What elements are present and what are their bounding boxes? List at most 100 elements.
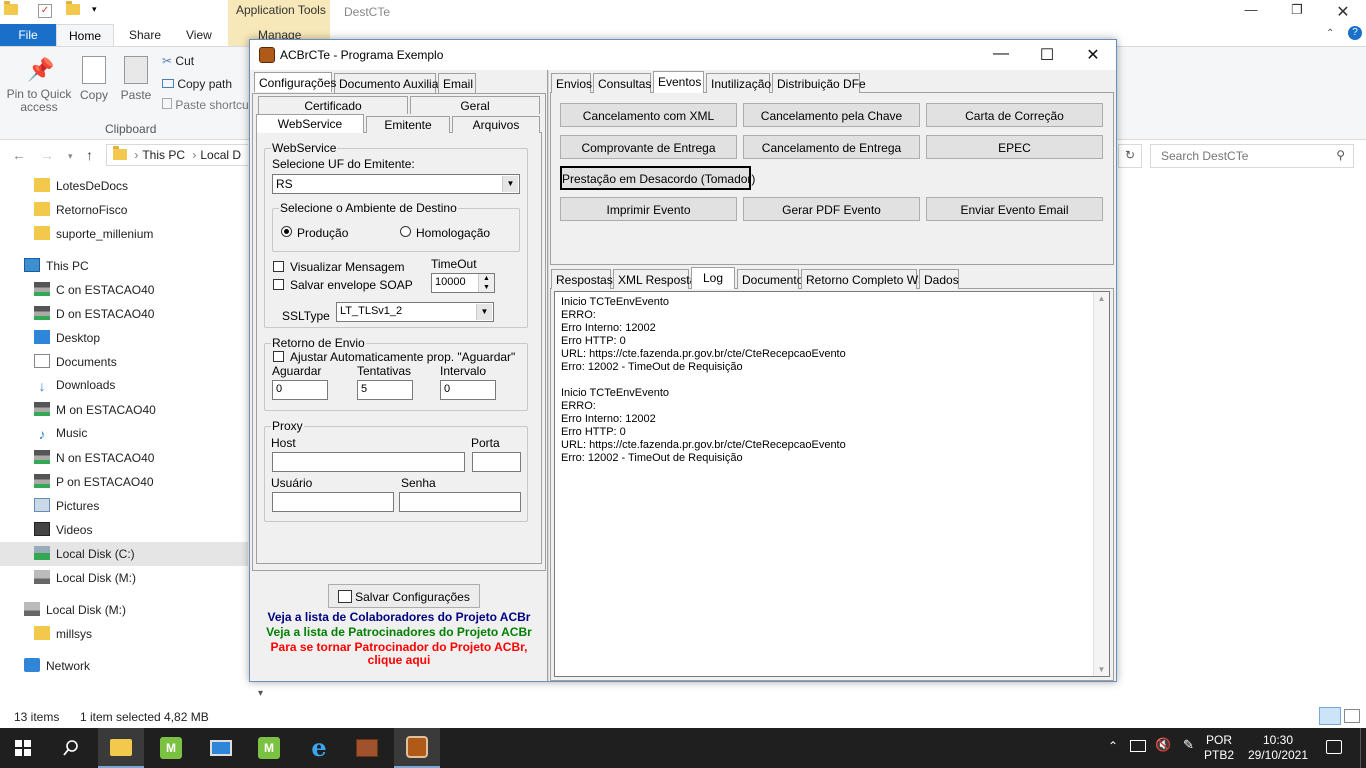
tab-file[interactable]: File (0, 24, 56, 46)
usuario-input[interactable] (272, 492, 394, 512)
collapse-ribbon-icon[interactable]: ⌃ (1326, 28, 1334, 39)
tab-dados[interactable]: Dados (919, 269, 959, 289)
pen-icon[interactable]: ✎ (1183, 737, 1194, 753)
nav-item-suporte[interactable]: suporte_millenium (0, 222, 248, 246)
customize-qat-icon[interactable]: ▾ (92, 4, 97, 18)
copy-button[interactable]: Copy (76, 56, 112, 102)
comprovante-entrega-button[interactable]: Comprovante de Entrega (560, 135, 737, 159)
nav-item-music[interactable]: ♪ Music (0, 422, 248, 446)
tab-arquivos[interactable]: Arquivos (452, 116, 540, 133)
nav-item-local-disk-c[interactable]: Local Disk (C:) (0, 542, 248, 566)
colaboradores-link[interactable]: Veja a lista de Colaboradores do Projeto… (254, 610, 544, 624)
splitter[interactable] (547, 70, 549, 681)
maximize-button[interactable]: ❐ (1274, 2, 1320, 22)
nav-item-local-disk-m[interactable]: Local Disk (M:) (0, 566, 248, 590)
properties-icon[interactable]: ✓ (38, 4, 52, 18)
paste-shortcut-button[interactable]: Paste shortcut (162, 98, 252, 112)
tab-eventos[interactable]: Eventos (653, 71, 704, 93)
scroll-up-icon[interactable]: ▲ (1094, 294, 1109, 303)
copy-path-button[interactable]: Copy path (162, 77, 232, 91)
taskbar-explorer[interactable] (98, 728, 144, 768)
cancelamento-xml-button[interactable]: Cancelamento com XML (560, 103, 737, 127)
epec-button[interactable]: EPEC (926, 135, 1103, 159)
intervalo-input[interactable]: 0 (440, 380, 496, 400)
taskbar-acbr[interactable] (394, 728, 440, 768)
nav-item-local-disk-m-root[interactable]: Local Disk (M:) (0, 598, 248, 622)
pin-quick-access-button[interactable]: 📌 Pin to Quick access (4, 56, 74, 114)
large-icons-view-icon[interactable] (1344, 709, 1360, 723)
new-folder-icon[interactable] (66, 1, 80, 15)
salvar-envelope-checkbox[interactable] (273, 279, 284, 290)
tab-geral[interactable]: Geral (410, 96, 540, 114)
visualizar-checkbox[interactable] (273, 261, 284, 272)
uf-select[interactable]: RS ▼ (272, 174, 520, 194)
gerar-pdf-evento-button[interactable]: Gerar PDF Evento (743, 197, 920, 221)
tab-view[interactable]: View (186, 28, 212, 42)
producao-radio[interactable] (281, 226, 292, 237)
taskbar-ie[interactable]: e (296, 728, 342, 768)
nav-item-p-drive[interactable]: P on ESTACAO40 (0, 470, 248, 494)
nav-item-videos[interactable]: Videos (0, 518, 248, 542)
help-icon[interactable]: ? (1348, 26, 1362, 40)
taskbar-search-button[interactable] (48, 728, 94, 768)
tab-email[interactable]: Email (438, 73, 476, 93)
scroll-down-icon[interactable]: ▾ (258, 688, 263, 699)
notifications-icon[interactable] (1326, 740, 1342, 754)
tab-retorno-completo-ws[interactable]: Retorno Completo WS (801, 269, 926, 289)
tab-share[interactable]: Share (129, 28, 161, 42)
porta-input[interactable] (472, 452, 521, 472)
close-button[interactable]: ✕ (1320, 2, 1366, 22)
search-input[interactable]: Search DestCTe ⚲ (1150, 144, 1354, 168)
nav-item-lotesdedocs[interactable]: LotesDeDocs (0, 174, 248, 198)
tab-inutilizacao[interactable]: Inutilização (706, 73, 771, 93)
ssltype-select[interactable]: LT_TLSv1_2 ▼ (336, 302, 494, 322)
show-hidden-icons-icon[interactable]: ⌃ (1108, 739, 1118, 753)
nav-item-c-drive[interactable]: C on ESTACAO40 (0, 278, 248, 302)
network-status-icon[interactable] (1130, 740, 1146, 752)
nav-item-network[interactable]: Network (0, 654, 248, 678)
show-desktop-button[interactable] (1360, 728, 1366, 768)
start-button[interactable] (0, 728, 46, 768)
tab-configuracoes[interactable]: Configurações (254, 72, 336, 92)
nav-item-downloads[interactable]: ↓ Downloads (0, 374, 248, 398)
timeout-spinner[interactable]: ▲ ▼ (478, 274, 494, 292)
salvar-configuracoes-button[interactable]: Salvar Configurações (328, 584, 480, 608)
cancelamento-entrega-button[interactable]: Cancelamento de Entrega (743, 135, 920, 159)
tab-home[interactable]: Home (56, 24, 114, 47)
prestacao-desacordo-button[interactable]: Prestação em Desacordo (Tomador) (560, 166, 755, 190)
refresh-icon[interactable]: ↻ (1118, 144, 1142, 168)
cancelamento-chave-button[interactable]: Cancelamento pela Chave (743, 103, 920, 127)
ajustar-checkbox[interactable] (273, 351, 284, 362)
nav-item-desktop[interactable]: Desktop (0, 326, 248, 350)
tornar-patrocinador-link[interactable]: Para se tornar Patrocinador do Projeto A… (254, 640, 544, 654)
taskbar-app-box[interactable] (344, 728, 390, 768)
taskbar-app-m2[interactable]: M (246, 728, 292, 768)
log-textarea[interactable]: Inicio TCTeEnvEvento ERRO: Erro Interno:… (554, 291, 1110, 677)
taskbar-app-remote[interactable] (198, 728, 244, 768)
tab-envios[interactable]: Envios (551, 73, 592, 93)
paste-button[interactable]: Paste (118, 56, 154, 102)
scroll-down-icon[interactable]: ▼ (1094, 665, 1109, 674)
clock[interactable]: 10:30 29/10/2021 (1238, 733, 1318, 763)
breadcrumb[interactable]: › This PC › Local D (106, 144, 248, 166)
tab-distribuicao-dfe[interactable]: Distribuição DFe (772, 73, 866, 93)
tab-emitente[interactable]: Emitente (366, 116, 450, 133)
imprimir-evento-button[interactable]: Imprimir Evento (560, 197, 737, 221)
tentativas-input[interactable]: 5 (357, 380, 413, 400)
nav-item-this-pc[interactable]: This PC (0, 254, 248, 278)
forward-icon[interactable]: → (40, 147, 54, 163)
senha-input[interactable] (399, 492, 521, 512)
tab-xml-resposta[interactable]: XML Resposta (613, 269, 696, 289)
cut-button[interactable]: ✂ Cut (162, 54, 194, 68)
clique-aqui-link[interactable]: clique aqui (254, 653, 544, 667)
host-input[interactable] (272, 452, 465, 472)
tab-documento[interactable]: Documento (737, 269, 803, 289)
enviar-evento-email-button[interactable]: Enviar Evento Email (926, 197, 1103, 221)
acbr-close-button[interactable]: ✕ (1070, 40, 1116, 70)
details-view-icon[interactable] (1319, 707, 1341, 725)
chevron-down-icon[interactable]: ▼ (476, 304, 492, 320)
acbr-minimize-button[interactable]: — (978, 40, 1024, 70)
tab-log[interactable]: Log (691, 267, 735, 289)
breadcrumb-this-pc[interactable]: This PC (142, 148, 185, 162)
acbr-maximize-button[interactable]: ☐ (1024, 40, 1070, 70)
